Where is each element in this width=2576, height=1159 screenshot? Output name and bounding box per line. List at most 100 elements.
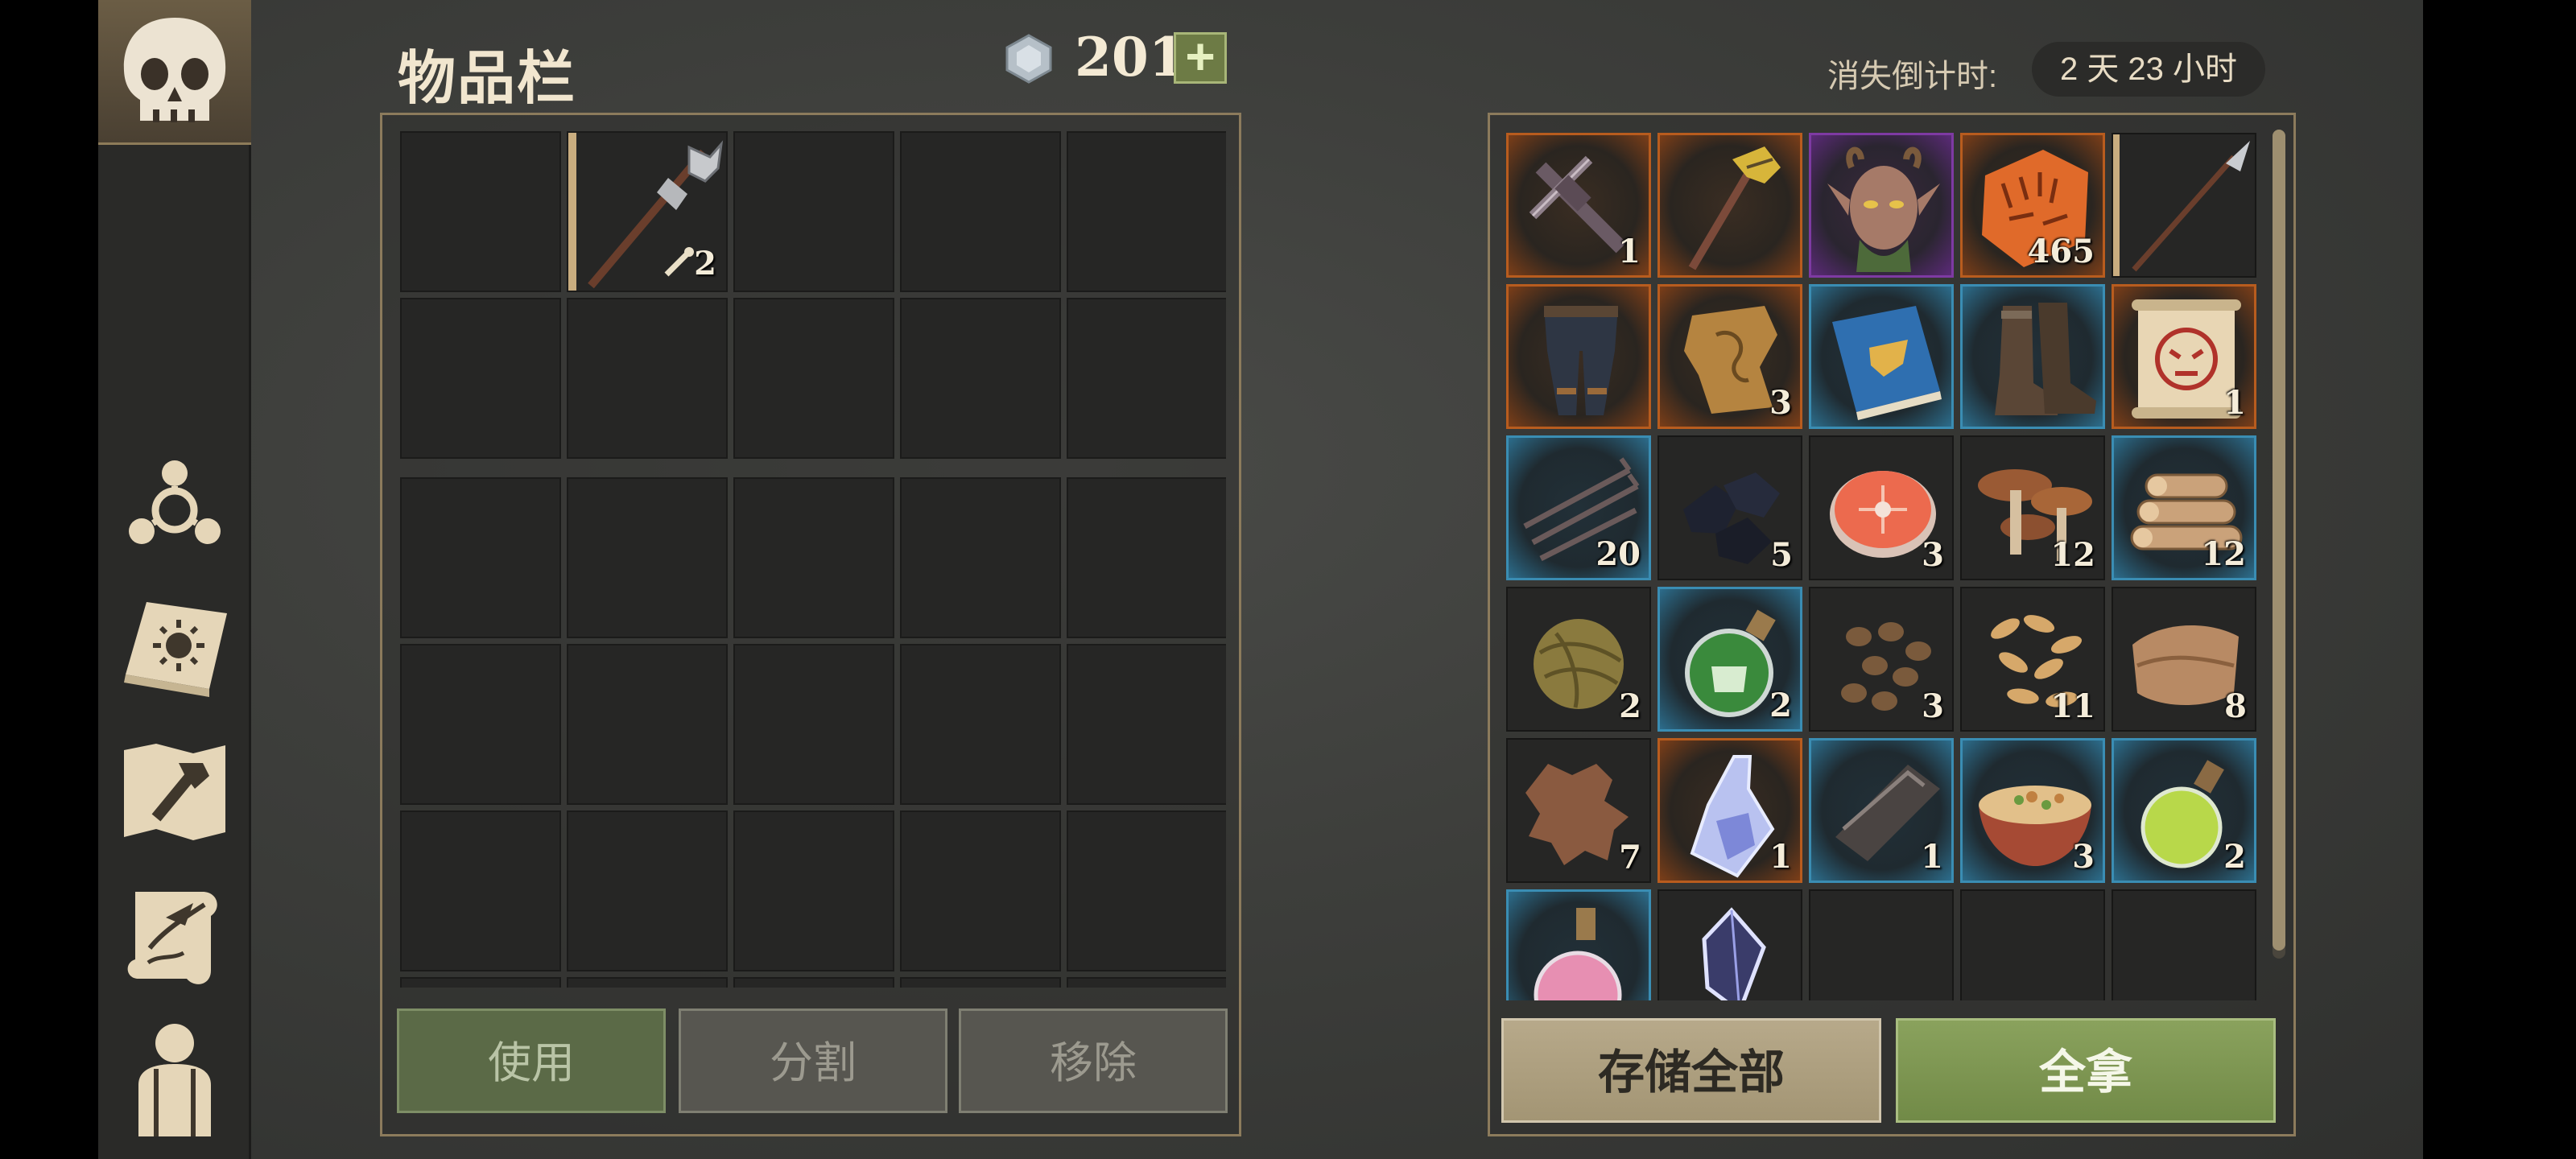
inventory-slot[interactable] [567,977,728,988]
item-count: 2 [1619,687,1641,725]
inventory-slot[interactable] [400,644,561,805]
storage-item[interactable] [2112,133,2256,278]
storage-item[interactable]: 12 [1960,435,2105,580]
store-all-button[interactable]: 存储全部 [1501,1018,1881,1123]
storage-item[interactable] [1809,284,1954,429]
storage-item[interactable] [1960,284,2105,429]
inventory-slot[interactable] [1067,977,1226,988]
split-button[interactable]: 分割 [679,1008,947,1113]
leather-pants-icon [1544,306,1618,415]
item-count: 8 [2224,687,2247,725]
remove-button[interactable]: 移除 [959,1008,1228,1113]
inventory-slot[interactable] [1067,477,1226,638]
crafting-map-icon [124,744,225,840]
storage-item[interactable] [1657,133,1802,278]
storage-slot-empty[interactable] [2112,889,2256,1000]
storage-item[interactable]: 12 [2112,435,2256,580]
storage-item[interactable]: 2 [1506,587,1651,732]
sidebar-tab-quests[interactable] [114,876,235,996]
inventory-slot[interactable] [733,131,894,292]
storage-item[interactable]: 3 [1960,738,2105,883]
storage-item[interactable]: 465 [1960,133,2105,278]
inventory-slot[interactable] [1067,644,1226,805]
inventory-grid: 2 [400,131,1226,988]
sidebar-tab-inventory[interactable] [98,0,251,145]
inventory-slot[interactable] [733,298,894,459]
blue-book-icon [1832,306,1942,420]
item-count: 2 [694,245,716,283]
storage-item[interactable]: 11 [1960,587,2105,732]
storage-item[interactable]: 1 [1809,738,1954,883]
inventory-slot[interactable] [900,298,1061,459]
inventory-slot[interactable] [733,644,894,805]
use-button[interactable]: 使用 [397,1008,666,1113]
sidebar-tab-crafting[interactable] [114,731,235,852]
storage-scrollbar[interactable] [2273,130,2285,959]
sidebar-tab-skills[interactable] [114,441,235,562]
sidebar-tab-journal[interactable] [114,586,235,707]
take-all-button[interactable]: 全拿 [1896,1018,2276,1123]
inventory-slot[interactable] [400,977,561,988]
storage-item[interactable]: 3 [1809,435,1954,580]
storage-item[interactable] [1506,284,1651,429]
storage-item[interactable]: 20 [1506,435,1651,580]
triangle-nodes-icon [129,460,221,544]
inventory-slot[interactable] [900,977,1061,988]
inventory-actions: 使用 分割 移除 [397,1008,1228,1113]
item-count: 20 [1596,535,1641,573]
inventory-slot[interactable] [733,477,894,638]
storage-item[interactable] [1809,133,1954,278]
storage-slot-empty[interactable] [1809,889,1954,1000]
storage-item[interactable]: 5 [1657,435,1802,580]
inventory-slot[interactable] [900,644,1061,805]
inventory-slot[interactable] [733,977,894,988]
storage-item[interactable]: 3 [1657,284,1802,429]
boots-icon [1995,303,2096,415]
scroll-quill-icon [127,892,217,984]
sidebar-tab-character[interactable] [114,1016,235,1136]
inventory-slot[interactable] [1067,131,1226,292]
item-count: 3 [1769,384,1792,422]
add-currency-button[interactable]: + [1174,31,1227,84]
inventory-slot[interactable]: 2 [567,131,728,292]
storage-item[interactable] [1657,889,1802,1000]
item-count: 1 [2223,384,2246,422]
storage-item[interactable]: 8 [2112,587,2256,732]
inventory-slot[interactable] [1067,298,1226,459]
inventory-slot[interactable] [567,477,728,638]
storage-item[interactable]: 3 [1809,587,1954,732]
storage-slot-empty[interactable] [1960,889,2105,1000]
item-count: 1 [1618,233,1641,270]
item-count: 465 [2027,233,2095,270]
spear-icon [2132,141,2250,272]
inventory-slot[interactable] [400,298,561,459]
inventory-panel: 2 使用 分割 移除 [380,113,1241,1136]
game-screen: 物品栏 201 + 消失倒计时: 2 天 23 小时 2 使用 分割 移除 1 … [98,0,2423,1159]
sidebar [98,0,251,1159]
sun-book-icon [124,602,227,697]
inventory-slot[interactable] [400,810,561,971]
inventory-title: 物品栏 [398,47,577,111]
inventory-slot[interactable] [900,810,1061,971]
storage-item[interactable]: 2 [2112,738,2256,883]
storage-item[interactable]: 7 [1506,738,1651,883]
inventory-slot[interactable] [400,131,561,292]
inventory-slot[interactable] [900,131,1061,292]
inventory-slot[interactable] [1067,810,1226,971]
storage-item[interactable] [1506,889,1651,1000]
item-count: 12 [2050,536,2095,574]
inventory-slot[interactable] [567,644,728,805]
inventory-slot[interactable] [567,810,728,971]
storage-item[interactable]: 1 [2112,284,2256,429]
inventory-slot[interactable] [567,298,728,459]
item-count: 5 [1770,536,1793,574]
inventory-slot[interactable] [400,477,561,638]
storage-grid: 1 465 3 1 20 5 3 12 12 2 2 3 11 8 7 1 1 … [1506,133,2263,1000]
inventory-slot[interactable] [900,477,1061,638]
inventory-slot[interactable] [733,810,894,971]
storage-item[interactable]: 1 [1506,133,1651,278]
dark-crystal-icon [1702,907,1766,1000]
storage-item[interactable]: 1 [1657,738,1802,883]
storage-item[interactable]: 2 [1657,587,1802,732]
scrollbar-thumb[interactable] [2273,130,2285,951]
